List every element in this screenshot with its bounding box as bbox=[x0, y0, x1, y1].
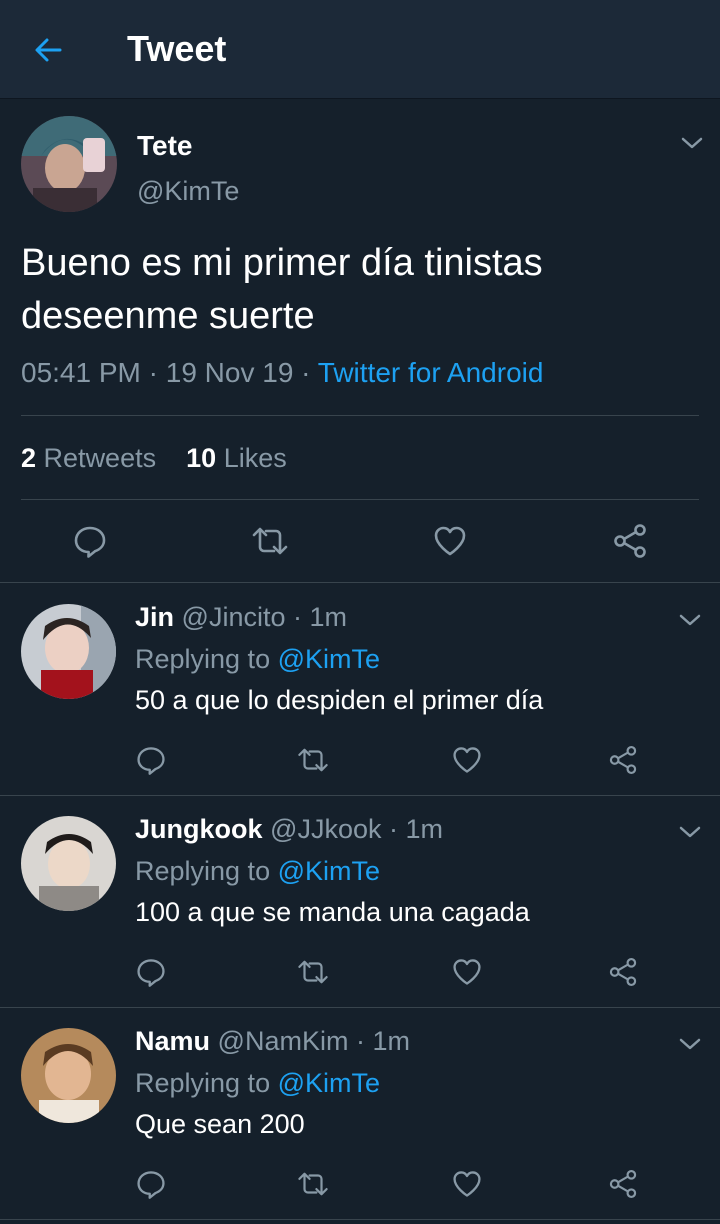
likes-count: 10 bbox=[186, 443, 217, 473]
arrow-left-icon bbox=[35, 38, 62, 62]
retweet-icon bbox=[298, 748, 328, 772]
tweet-source-link[interactable]: Twitter for Android bbox=[318, 357, 544, 388]
meta-separator: · bbox=[301, 357, 311, 388]
replying-label: Replying to bbox=[135, 1068, 271, 1098]
reply-icon bbox=[137, 747, 165, 775]
avatar[interactable] bbox=[21, 604, 116, 699]
avatar-image bbox=[21, 604, 116, 699]
like-icon bbox=[453, 959, 481, 985]
chevron-down-icon bbox=[679, 826, 701, 838]
reply-button[interactable] bbox=[131, 952, 171, 992]
author-name[interactable]: Namu bbox=[135, 1026, 210, 1056]
reply-time: · 1m bbox=[389, 814, 443, 844]
replying-to: Replying to @KimTe bbox=[135, 644, 380, 675]
meta-separator: · bbox=[148, 357, 158, 388]
retweet-icon bbox=[298, 1172, 328, 1196]
reply-text: 100 a que se manda una cagada bbox=[135, 897, 530, 927]
reply-time: · 1m bbox=[355, 1026, 410, 1056]
reply-tweet[interactable]: Namu @NamKim · 1m Replying to @KimTe Que… bbox=[0, 1008, 720, 1220]
share-button[interactable] bbox=[610, 521, 650, 561]
like-button[interactable] bbox=[447, 740, 487, 780]
likes-stat[interactable]: 10 Likes bbox=[186, 443, 287, 473]
like-button[interactable] bbox=[447, 1164, 487, 1204]
divider bbox=[21, 499, 699, 500]
mention-link[interactable]: @KimTe bbox=[278, 856, 380, 886]
author-handle[interactable]: @JJkook bbox=[270, 814, 381, 844]
reply-icon bbox=[137, 959, 165, 987]
reply-text: 50 a que lo despiden el primer día bbox=[135, 685, 544, 715]
retweets-label: Retweets bbox=[43, 443, 157, 473]
author-handle[interactable]: @KimTe bbox=[137, 176, 239, 207]
share-icon bbox=[614, 524, 646, 558]
likes-label: Likes bbox=[223, 443, 287, 473]
author-handle[interactable]: @Jincito bbox=[182, 602, 286, 632]
mention-link[interactable]: @KimTe bbox=[278, 644, 380, 674]
like-icon bbox=[453, 747, 481, 773]
back-button[interactable] bbox=[28, 30, 68, 70]
avatar-image bbox=[21, 116, 117, 212]
retweet-button[interactable] bbox=[250, 521, 290, 561]
retweets-count: 2 bbox=[21, 443, 37, 473]
reply-button[interactable] bbox=[70, 521, 110, 561]
divider bbox=[21, 415, 699, 416]
like-icon bbox=[453, 1171, 481, 1197]
like-icon bbox=[434, 526, 466, 556]
tweet-text: Bueno es mi primer día tinistas deseenme… bbox=[21, 242, 543, 337]
share-icon bbox=[609, 746, 637, 774]
reply-header: Jungkook @JJkook · 1m bbox=[135, 814, 443, 845]
share-icon bbox=[609, 1170, 637, 1198]
chevron-down-icon bbox=[679, 614, 701, 626]
share-button[interactable] bbox=[603, 952, 643, 992]
avatar-image bbox=[21, 1028, 116, 1123]
replying-label: Replying to bbox=[135, 644, 271, 674]
avatar[interactable] bbox=[21, 1028, 116, 1123]
retweet-icon bbox=[298, 960, 328, 984]
reply-text: Que sean 200 bbox=[135, 1109, 305, 1139]
avatar[interactable] bbox=[21, 116, 117, 212]
retweet-icon bbox=[252, 527, 288, 555]
reply-tweet[interactable]: Jungkook @JJkook · 1m Replying to @KimTe… bbox=[0, 796, 720, 1008]
tweet-menu-button[interactable] bbox=[678, 129, 706, 157]
avatar[interactable] bbox=[21, 816, 116, 911]
retweet-button[interactable] bbox=[293, 740, 333, 780]
page-title: Tweet bbox=[127, 28, 227, 69]
reply-button[interactable] bbox=[131, 740, 171, 780]
reply-icon bbox=[137, 1171, 165, 1199]
reply-icon bbox=[74, 526, 106, 558]
retweet-button[interactable] bbox=[293, 1164, 333, 1204]
avatar-image bbox=[21, 816, 116, 911]
like-button[interactable] bbox=[430, 521, 470, 561]
reply-header: Namu @NamKim · 1m bbox=[135, 1026, 410, 1057]
reply-header: Jin @Jincito · 1m bbox=[135, 602, 347, 633]
author-name[interactable]: Jin bbox=[135, 602, 174, 632]
share-button[interactable] bbox=[603, 1164, 643, 1204]
main-tweet: Tete @KimTe Bueno es mi primer día tinis… bbox=[0, 99, 720, 583]
tweet-date: 19 Nov 19 bbox=[165, 357, 294, 388]
replying-label: Replying to bbox=[135, 856, 271, 886]
tweet-meta: 05:41 PM · 19 Nov 19 · Twitter for Andro… bbox=[21, 357, 543, 389]
author-handle[interactable]: @NamKim bbox=[218, 1026, 349, 1056]
reply-button[interactable] bbox=[131, 1164, 171, 1204]
chevron-down-icon bbox=[681, 137, 703, 149]
mention-link[interactable]: @KimTe bbox=[278, 1068, 380, 1098]
like-button[interactable] bbox=[447, 952, 487, 992]
retweets-stat[interactable]: 2 Retweets bbox=[21, 443, 156, 473]
replying-to: Replying to @KimTe bbox=[135, 1068, 380, 1099]
reply-tweet[interactable]: Jin @Jincito · 1m Replying to @KimTe 50 … bbox=[0, 584, 720, 796]
tweet-stats: 2 Retweets 10 Likes bbox=[21, 443, 287, 474]
author-name[interactable]: Jungkook bbox=[135, 814, 263, 844]
tweet-time: 05:41 PM bbox=[21, 357, 141, 388]
replying-to: Replying to @KimTe bbox=[135, 856, 380, 887]
author-name[interactable]: Tete bbox=[137, 130, 193, 162]
tweet-menu-button[interactable] bbox=[676, 606, 704, 634]
tweet-menu-button[interactable] bbox=[676, 1030, 704, 1058]
top-app-bar: Tweet bbox=[0, 0, 720, 99]
chevron-down-icon bbox=[679, 1038, 701, 1050]
share-icon bbox=[609, 958, 637, 986]
tweet-menu-button[interactable] bbox=[676, 818, 704, 846]
share-button[interactable] bbox=[603, 740, 643, 780]
reply-time: · 1m bbox=[293, 602, 347, 632]
retweet-button[interactable] bbox=[293, 952, 333, 992]
